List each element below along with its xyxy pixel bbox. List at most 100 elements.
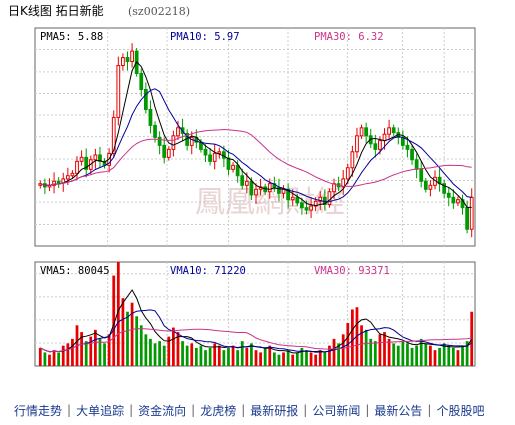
volume-bar: [392, 343, 396, 366]
volume-bar: [272, 352, 276, 366]
volume-bar: [43, 352, 47, 366]
volume-bar: [461, 345, 464, 366]
volume-bar: [447, 345, 451, 366]
candle-body: [56, 180, 61, 184]
candle-body: [148, 108, 153, 126]
candle-body: [153, 124, 157, 138]
volume-bar: [38, 347, 42, 366]
nav-link[interactable]: 行情走势: [14, 402, 62, 419]
volume-bar: [305, 350, 308, 366]
volume-bar: [222, 350, 226, 366]
volume-bar: [360, 325, 363, 366]
candle-body: [428, 184, 433, 190]
volume-bar: [181, 341, 184, 366]
volume-bar: [424, 343, 428, 366]
candle-body: [387, 127, 391, 135]
volume-bar: [227, 347, 230, 366]
candle-body: [125, 57, 130, 63]
volume-bar: [332, 338, 336, 366]
volume-bar: [149, 338, 152, 366]
candle-body: [414, 159, 419, 170]
candle-body: [327, 191, 332, 205]
candle-body: [451, 196, 456, 204]
chart-title: 日K线图 拓日新能: [8, 3, 104, 18]
volume-bar: [438, 347, 441, 366]
volume-bar: [245, 347, 249, 366]
candle-body: [309, 205, 313, 211]
volume-bar: [126, 311, 129, 366]
volume-bar: [240, 341, 244, 366]
candle-body: [244, 180, 249, 186]
volume-bar: [318, 350, 322, 366]
nav-separator: |: [303, 403, 308, 417]
candle-body: [359, 127, 364, 137]
volume-bar: [309, 352, 313, 366]
volume-bar: [387, 338, 391, 366]
candle-body: [350, 151, 355, 169]
volume-bar: [286, 350, 290, 366]
candle-body: [199, 141, 203, 150]
volume-bar: [61, 345, 65, 366]
candle-body: [130, 50, 134, 63]
nav-link[interactable]: 最新研报: [250, 402, 298, 419]
pma10-label: PMA10: 5.97: [170, 31, 240, 43]
volume-bar: [194, 347, 198, 366]
nav-link[interactable]: 资金流向: [138, 402, 186, 419]
nav-separator: |: [191, 403, 196, 417]
volume-bar: [52, 350, 56, 366]
volume-bar: [231, 345, 235, 366]
volume-bar: [442, 343, 446, 366]
volume-bar: [383, 332, 386, 366]
volume-bar: [139, 325, 143, 366]
volume-bar: [158, 341, 161, 366]
volume-bar: [190, 343, 194, 366]
candle-body: [139, 73, 144, 90]
vma30-label: VMA30: 93371: [314, 265, 390, 277]
candle-body: [162, 144, 167, 158]
candle-body: [226, 157, 231, 170]
candle-body: [446, 192, 451, 198]
volume-bar: [103, 343, 106, 366]
volume-bar: [93, 329, 97, 366]
candle-body: [391, 127, 396, 134]
volume-bar: [282, 352, 285, 366]
volume-bar: [144, 334, 148, 366]
volume-bar: [107, 334, 111, 366]
volume-bar: [199, 345, 203, 366]
candle-body: [465, 207, 469, 230]
candle-body: [456, 199, 460, 204]
volume-bar: [48, 354, 51, 366]
candle-body: [65, 175, 70, 180]
nav-link[interactable]: 公司新闻: [312, 402, 360, 419]
candle-body: [295, 196, 300, 204]
pma30-label: PMA30: 6.32: [314, 31, 384, 43]
nav-link[interactable]: 大单追踪: [76, 402, 124, 419]
volume-bar: [98, 338, 102, 366]
nav-link[interactable]: 龙虎榜: [200, 402, 236, 419]
volume-bar: [415, 345, 419, 366]
candle-body: [400, 136, 405, 146]
volume-bar: [378, 334, 382, 366]
volume-bar: [291, 354, 295, 366]
candle-body: [419, 168, 424, 182]
nav-link[interactable]: 最新公告: [374, 402, 422, 419]
candle-body: [171, 135, 176, 150]
nav-link[interactable]: 个股股吧: [436, 402, 484, 419]
candle-body: [75, 160, 79, 174]
candle-body: [208, 154, 212, 162]
volume-bar: [433, 350, 437, 366]
candle-body: [221, 151, 226, 159]
candle-body: [235, 164, 240, 177]
volume-bar: [172, 327, 175, 366]
volume-bar: [456, 350, 460, 366]
volume-bar: [254, 350, 258, 366]
candle-body: [157, 136, 162, 146]
volume-bar: [277, 354, 281, 366]
candle-body: [290, 196, 295, 201]
candle-body: [93, 154, 98, 161]
candle-body: [116, 65, 121, 118]
volume-bar: [84, 341, 88, 366]
candle-body: [212, 152, 217, 162]
k-line-chart: 日K线图 拓日新能 (sz002218) 鳳凰網財經 PMA5: 5.88 PM…: [8, 3, 476, 367]
volume-bar: [217, 345, 221, 366]
